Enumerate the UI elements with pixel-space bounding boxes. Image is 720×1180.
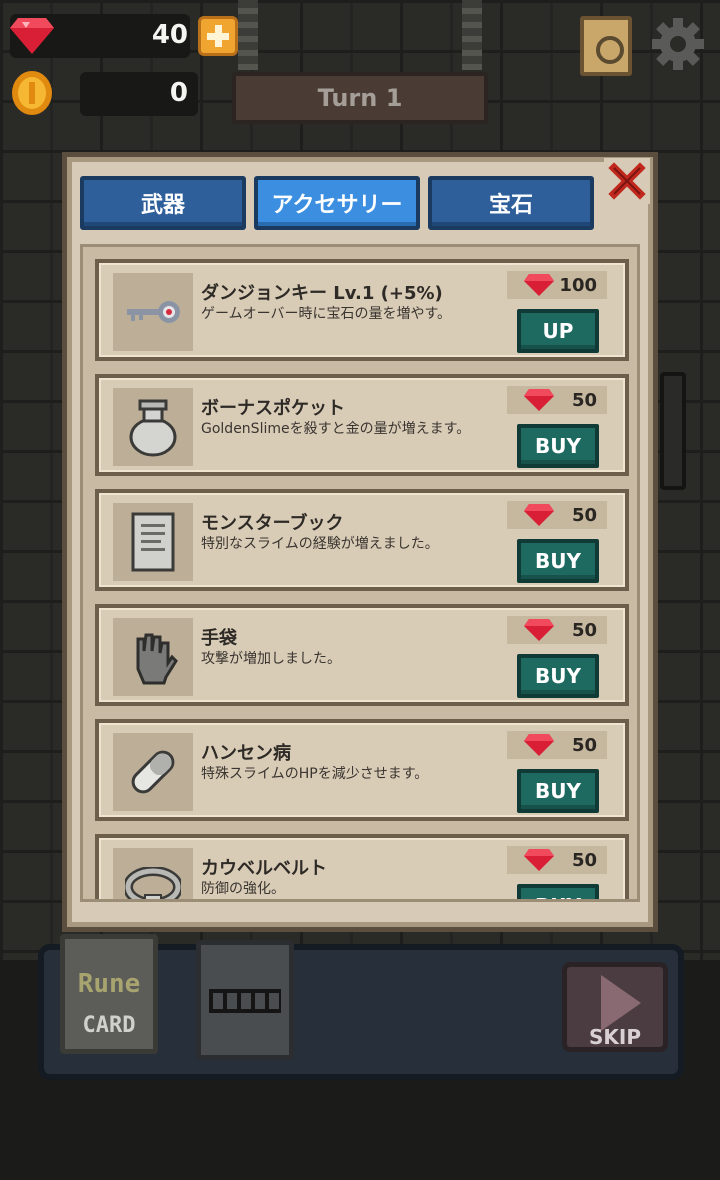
tab-gems[interactable]: 宝石: [428, 176, 594, 230]
scroll-icon[interactable]: [580, 16, 632, 76]
belt-icon: [125, 867, 181, 899]
ruby-gem-icon: [10, 18, 54, 54]
locked-card-slot[interactable]: [196, 940, 294, 1060]
list-item: ボーナスポケット GoldenSlimeを殺すと金の量が増えます。 50 BUY: [95, 374, 629, 476]
play-icon: [601, 975, 641, 1031]
item-name: 手袋: [201, 628, 237, 649]
close-icon[interactable]: [604, 158, 650, 204]
price-tag: 50: [507, 501, 607, 529]
price-value: 50: [571, 619, 597, 641]
rune-card-title: Rune: [77, 969, 141, 999]
item-name: カウベルベルト: [201, 858, 327, 879]
add-gems-button[interactable]: [198, 16, 238, 56]
list-item: 手袋 攻撃が増加しました。 50 BUY: [95, 604, 629, 706]
list-item: ハンセン病 特殊スライムのHPを減少させます。 50 BUY: [95, 719, 629, 821]
buy-button[interactable]: BUY: [517, 539, 599, 583]
item-name: モンスターブック: [201, 513, 344, 534]
gold-coin-icon: [12, 71, 52, 115]
price-value: 50: [571, 849, 597, 871]
item-name: ボーナスポケット: [201, 398, 345, 419]
pouch-icon: [129, 399, 177, 457]
tab-weapons[interactable]: 武器: [80, 176, 246, 230]
item-name: ハンセン病: [201, 743, 291, 764]
buy-button[interactable]: BUY: [517, 769, 599, 813]
skip-button[interactable]: SKIP: [562, 962, 668, 1052]
buy-button[interactable]: BUY: [517, 424, 599, 468]
ruby-gem-icon: [524, 389, 554, 411]
item-name: ダンジョンキー Lv.1 (+5%): [201, 283, 443, 304]
buy-button[interactable]: BUY: [517, 654, 599, 698]
buy-button[interactable]: BUY: [517, 884, 599, 899]
rune-card-subtitle: CARD: [82, 1013, 136, 1038]
ruby-gem-icon: [524, 849, 554, 871]
coin-count: 0: [169, 78, 188, 108]
item-description: GoldenSlimeを殺すと金の量が増えます。: [201, 421, 471, 437]
gem-count: 40: [151, 20, 188, 50]
tab-accessories[interactable]: アクセサリー: [254, 176, 420, 230]
chain-decoration: [462, 0, 482, 70]
turn-indicator: Turn 1: [232, 72, 488, 124]
price-value: 50: [571, 734, 597, 756]
ruby-gem-icon: [524, 734, 554, 756]
price-tag: 50: [507, 846, 607, 874]
gear-icon[interactable]: [650, 16, 706, 72]
upgrade-button[interactable]: UP: [517, 309, 599, 353]
price-tag: 50: [507, 731, 607, 759]
glove-icon: [136, 633, 178, 685]
item-description: 防御の強化。: [201, 881, 285, 897]
price-tag: 50: [507, 386, 607, 414]
pill-icon: [131, 750, 175, 794]
price-tag: 100: [507, 271, 607, 299]
item-description: 攻撃が増加しました。: [201, 651, 341, 667]
price-tag: 50: [507, 616, 607, 644]
skip-label: SKIP: [588, 1025, 641, 1049]
rune-card-button[interactable]: Rune CARD: [60, 934, 158, 1054]
list-item: ダンジョンキー Lv.1 (+5%) ゲームオーバー時に宝石の量を増やす。 10…: [95, 259, 629, 361]
side-lever: [660, 372, 686, 490]
book-icon: [131, 512, 175, 572]
ruby-gem-icon: [524, 619, 554, 641]
item-description: 特殊スライムのHPを減少させます。: [201, 766, 429, 782]
chain-decoration: [238, 0, 258, 70]
key-icon: [127, 301, 180, 323]
item-description: ゲームオーバー時に宝石の量を増やす。: [201, 306, 452, 322]
price-value: 50: [571, 504, 597, 526]
item-list[interactable]: ダンジョンキー Lv.1 (+5%) ゲームオーバー時に宝石の量を増やす。 10…: [80, 244, 640, 902]
price-value: 50: [571, 389, 597, 411]
ruby-gem-icon: [524, 274, 554, 296]
ruby-gem-icon: [524, 504, 554, 526]
item-description: 特別なスライムの経験が増えました。: [201, 536, 439, 552]
list-item: モンスターブック 特別なスライムの経験が増えました。 50 BUY: [95, 489, 629, 591]
price-value: 100: [559, 274, 597, 296]
list-item: カウベルベルト 防御の強化。 50 BUY: [95, 834, 629, 899]
